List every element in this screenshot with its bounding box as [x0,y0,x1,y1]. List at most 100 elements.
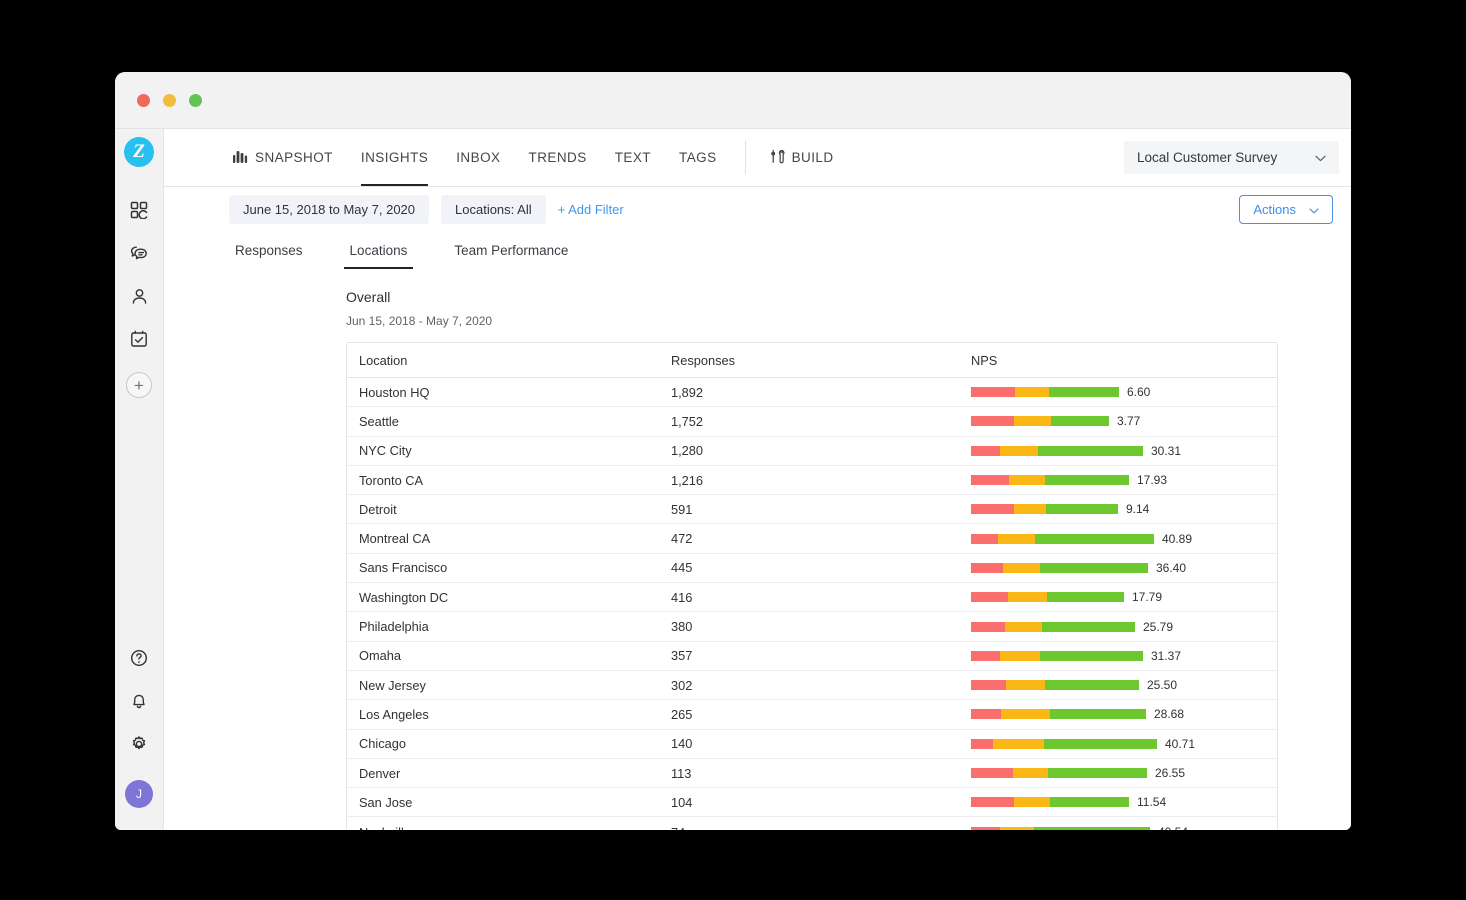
cell-nps: 40.71 [971,737,1265,751]
avatar[interactable]: J [125,780,153,808]
nps-bar-passive [1000,650,1040,661]
nps-bar-detractor [971,827,1000,830]
subtab-team-performance[interactable]: Team Performance [448,235,574,269]
cell-location: Washington DC [359,589,449,605]
nps-value: 17.93 [1137,473,1168,488]
locations-filter[interactable]: Locations: All [441,194,546,224]
table-row[interactable]: Montreal CA 472 40.89 [347,524,1277,554]
nps-bar-passive [1006,680,1045,691]
cell-responses: 472 [671,531,693,547]
cell-responses: 416 [671,589,693,605]
sidebar-item-dashboard[interactable] [122,193,156,227]
tab-tags-label: TAGS [679,150,717,165]
tab-snapshot[interactable]: SNAPSHOT [219,129,347,186]
nps-bar-passive [1013,504,1046,515]
sidebar-item-tasks[interactable] [122,322,156,356]
tab-text[interactable]: TEXT [601,129,665,186]
tab-trends[interactable]: TRENDS [515,129,601,186]
cell-nps: 36.40 [971,561,1265,575]
cell-responses: 140 [671,736,693,752]
table-row[interactable]: Omaha 357 31.37 [347,642,1277,671]
nps-bar-detractor [971,475,1009,486]
nps-bar [971,387,1119,398]
table-row[interactable]: Nashville74 40.54 [347,817,1277,830]
actions-button[interactable]: Actions [1239,194,1333,224]
cell-location: San Jose [359,794,413,810]
cell-nps: 28.68 [971,707,1265,721]
report-date-range: Jun 15, 2018 - May 7, 2020 [346,314,493,328]
cell-location: New Jersey [359,677,426,693]
tab-snapshot-label: SNAPSHOT [255,150,333,165]
nps-bar-passive [1000,709,1050,720]
survey-selector[interactable]: Local Customer Survey [1124,141,1339,174]
actions-button-label: Actions [1253,201,1296,217]
tab-insights[interactable]: INSIGHTS [347,129,442,186]
sidebar-item-settings[interactable] [122,727,156,761]
nav-divider [744,141,746,174]
window-minimize-button[interactable] [163,93,176,107]
sidebar-item-conversations[interactable] [122,236,156,270]
nps-bar-detractor [971,533,999,544]
cell-location: Omaha [359,648,401,664]
table-row[interactable]: Washington DC 416 17.79 [347,583,1277,613]
nps-value: 28.68 [1154,707,1185,722]
column-header-responses: Responses [671,352,736,368]
survey-selector-value: Local Customer Survey [1137,150,1278,165]
subtab-locations[interactable]: Locations [343,235,414,269]
cell-responses: 357 [671,648,693,664]
cell-location: Houston HQ [359,384,430,400]
table-row[interactable]: Philadelphia 380 25.79 [347,612,1277,642]
table-row[interactable]: San Jose 104 11.54 [347,788,1277,818]
chevron-down-icon [1315,150,1326,165]
cell-responses: 302 [671,677,693,693]
nps-bar-promoter [1045,475,1129,486]
sidebar-item-contacts[interactable] [122,279,156,313]
nps-bar-detractor [971,768,1014,778]
sidebar-add-button[interactable]: + [126,372,152,398]
nps-bar-passive [1000,445,1039,456]
cell-nps: 17.79 [971,590,1265,604]
cell-responses: 1,216 [671,472,704,488]
subtab-responses[interactable]: Responses [229,235,309,269]
table-row[interactable]: Houston HQ 1,892 6.60 [347,378,1277,408]
app-logo[interactable]: Z [124,137,154,167]
table-row[interactable]: New Jersey 302 25.50 [347,671,1277,701]
cell-nps: 9.14 [971,502,1265,516]
cell-responses: 445 [671,560,693,576]
table-row[interactable]: Denver 113 26.55 [347,759,1277,789]
nps-value: 26.55 [1155,766,1186,780]
tab-tags[interactable]: TAGS [665,129,731,186]
tab-build[interactable]: BUILD [756,129,848,186]
table-row[interactable]: Toronto CA 1,216 17.93 [347,466,1277,496]
cell-responses: 380 [671,619,693,635]
nps-value: 40.54 [1158,825,1188,830]
tab-inbox[interactable]: INBOX [442,129,514,186]
table-row[interactable]: Chicago 140 40.71 [347,730,1277,759]
sub-tabs: Responses Locations Team Performance [164,231,1351,273]
nps-bar-detractor [971,592,1008,603]
table-row[interactable]: Detroit 591 9.14 [347,495,1277,525]
tab-insights-label: INSIGHTS [360,150,429,165]
nps-bar-promoter [1035,533,1154,544]
nps-bar [971,533,1154,544]
nps-value: 17.79 [1132,590,1163,605]
nps-bar-passive [1005,621,1042,632]
help-icon [130,649,148,667]
date-range-filter[interactable]: June 15, 2018 to May 7, 2020 [229,194,430,224]
table-row[interactable]: Sans Francisco 445 36.40 [347,554,1277,584]
window-maximize-button[interactable] [189,93,202,107]
nps-bar [971,738,1157,749]
nps-bar-promoter [1041,621,1135,632]
table-row[interactable]: Los Angeles 265 28.68 [347,700,1277,730]
sidebar-item-notifications[interactable] [122,684,156,718]
nps-bar [971,650,1143,661]
add-filter-button[interactable]: + Add Filter [558,202,624,217]
nps-value: 6.60 [1127,385,1151,400]
main-area: SNAPSHOT INSIGHTS INBOX TRENDS TEXT TAGS [164,129,1351,830]
sidebar-item-help[interactable] [122,641,156,675]
table-row[interactable]: Seattle 1,752 3.77 [347,407,1277,437]
table-row[interactable]: NYC City 1,280 30.31 [347,437,1277,466]
left-sidebar: Z + J [115,129,164,830]
window-close-button[interactable] [137,93,150,107]
nps-bar [971,827,1150,830]
